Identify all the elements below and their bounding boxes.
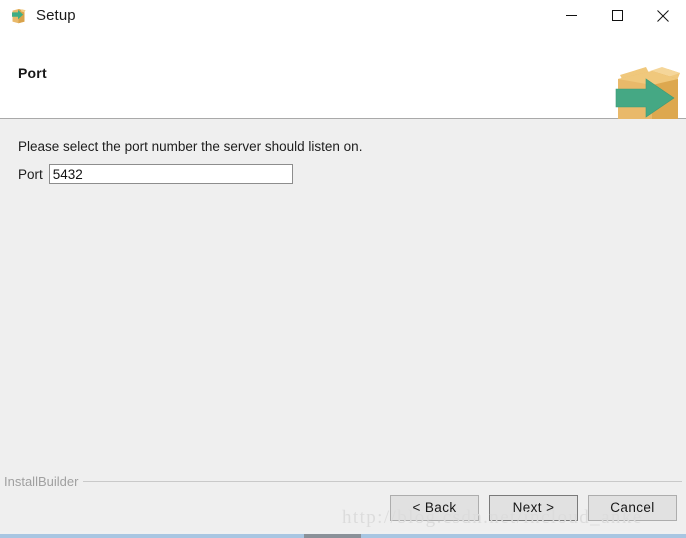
close-icon[interactable] <box>640 0 686 31</box>
footer: InstallBuilder < Back Next > Cancel <box>0 473 686 531</box>
next-button[interactable]: Next > <box>489 495 578 521</box>
port-input[interactable] <box>48 164 293 184</box>
page-title: Port <box>18 65 47 81</box>
title-bar: Setup <box>0 0 686 31</box>
bottom-scroll-strip <box>0 531 686 538</box>
maximize-icon[interactable] <box>594 0 640 31</box>
setup-window: Setup Port Please select the port number… <box>0 0 686 531</box>
footer-divider <box>83 481 682 482</box>
cancel-button[interactable]: Cancel <box>588 495 677 521</box>
page-header: Port <box>0 31 686 129</box>
minimize-icon[interactable] <box>548 0 594 31</box>
port-field-row: Port <box>18 164 293 184</box>
horizontal-scrollbar-thumb[interactable] <box>304 534 361 538</box>
back-button[interactable]: < Back <box>390 495 479 521</box>
window-controls <box>548 0 686 31</box>
port-label: Port <box>18 166 43 182</box>
installbuilder-brand-label: InstallBuilder <box>4 474 79 489</box>
content-area: Please select the port number the server… <box>0 119 686 473</box>
instruction-text: Please select the port number the server… <box>18 139 363 154</box>
button-bar: < Back Next > Cancel <box>390 495 677 521</box>
footer-brand-row: InstallBuilder <box>4 474 682 489</box>
window-title: Setup <box>36 7 76 24</box>
package-box-arrow-icon <box>10 7 27 24</box>
